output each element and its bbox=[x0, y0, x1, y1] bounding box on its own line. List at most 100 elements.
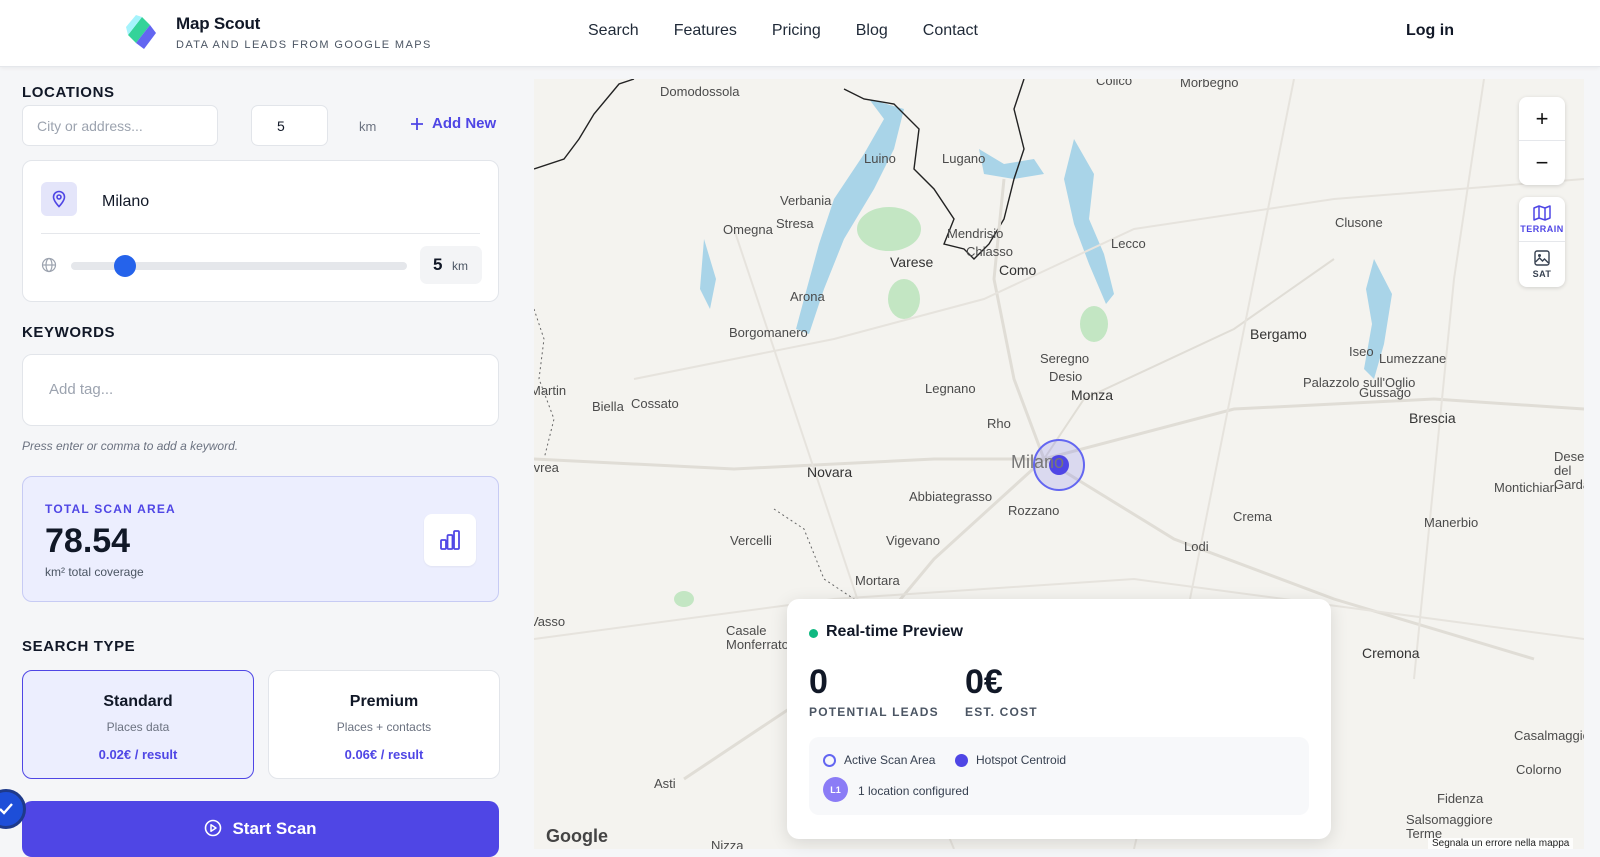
map-label: Mortara bbox=[855, 573, 900, 588]
map-label: Monza bbox=[1071, 387, 1114, 403]
map-label: Legnano bbox=[925, 381, 976, 396]
scan-area-label: TOTAL SCAN AREA bbox=[45, 502, 176, 516]
stats-button[interactable] bbox=[424, 514, 476, 566]
map-label: Lecco bbox=[1111, 236, 1146, 251]
radius-display: 5 km bbox=[420, 246, 482, 284]
map-label: Vercelli bbox=[730, 533, 772, 548]
scan-area-card: TOTAL SCAN AREA 78.54 km² total coverage bbox=[22, 476, 499, 602]
image-icon bbox=[1534, 250, 1550, 266]
keyword-hint: Press enter or comma to add a keyword. bbox=[22, 439, 239, 453]
add-location-button[interactable]: Add New bbox=[410, 115, 496, 132]
top-header: Map Scout DATA AND LEADS FROM GOOGLE MAP… bbox=[0, 0, 1600, 67]
map-label: Gussago bbox=[1359, 385, 1412, 400]
map-label: Luino bbox=[864, 151, 896, 166]
map-label: Stresa bbox=[776, 216, 814, 231]
globe-icon bbox=[41, 257, 57, 273]
plus-icon bbox=[411, 117, 423, 130]
map-label: Desio bbox=[1049, 369, 1083, 384]
map-label: Fidenza bbox=[1437, 791, 1484, 806]
map-label: Salsomaggiore Terme bbox=[1406, 812, 1493, 841]
type-price: 0.06€ / result bbox=[344, 747, 424, 762]
nav-pricing[interactable]: Pricing bbox=[772, 22, 821, 40]
leads-value: 0 bbox=[809, 663, 828, 701]
radius-value: 5 bbox=[433, 255, 443, 274]
map-label: Montichiari bbox=[1494, 480, 1557, 495]
city-input[interactable] bbox=[22, 105, 218, 146]
preview-title: Real-time Preview bbox=[826, 623, 963, 640]
leads-label: POTENTIAL LEADS bbox=[809, 705, 939, 719]
map-label: Manerbio bbox=[1424, 515, 1479, 530]
map-label: Arona bbox=[790, 289, 825, 304]
location-pin-icon bbox=[41, 182, 77, 216]
nav-contact[interactable]: Contact bbox=[923, 22, 978, 40]
map-label: Novara bbox=[807, 464, 853, 480]
hotspot-swatch bbox=[955, 754, 968, 767]
location-name: Milano bbox=[102, 193, 150, 210]
map-icon bbox=[1533, 204, 1551, 221]
login-link[interactable]: Log in bbox=[1406, 22, 1454, 40]
location-card-milano[interactable]: Milano 5 km bbox=[22, 160, 499, 302]
map-label: Casalmaggiore bbox=[1514, 728, 1584, 743]
map-label: Milano bbox=[1011, 452, 1065, 472]
preview-legend: Active Scan Area Hotspot Centroid L1 1 l… bbox=[809, 737, 1309, 815]
map-label: Borgomanero bbox=[729, 325, 808, 340]
keyword-tag-box[interactable] bbox=[22, 354, 499, 426]
search-type-standard[interactable]: Standard Places data 0.02€ / result bbox=[22, 670, 254, 779]
map-label: Morbegno bbox=[1180, 79, 1239, 90]
map-label: Nizza bbox=[711, 838, 744, 849]
map-label: Rho bbox=[987, 416, 1011, 431]
map-label: Domodossola bbox=[660, 84, 740, 99]
legend-hotspot: Hotspot Centroid bbox=[976, 753, 1067, 767]
map-label: Chiasso bbox=[966, 244, 1013, 259]
zoom-in-button[interactable]: + bbox=[1519, 97, 1565, 141]
keywords-title: KEYWORDS bbox=[22, 324, 116, 341]
map-label: Rozzano bbox=[1008, 503, 1060, 518]
nav-blog[interactable]: Blog bbox=[856, 22, 888, 40]
legend-active-area: Active Scan Area bbox=[844, 753, 936, 767]
map-label: Vigevano bbox=[886, 533, 940, 548]
map-label: Iseo bbox=[1349, 344, 1374, 359]
google-attribution: Google bbox=[546, 826, 608, 846]
map-label: Crema bbox=[1233, 509, 1273, 524]
locations-configured: 1 location configured bbox=[858, 784, 969, 798]
map-label: Cremona bbox=[1362, 645, 1420, 661]
type-price: 0.02€ / result bbox=[98, 747, 178, 762]
live-indicator bbox=[809, 629, 818, 638]
map-label: Omegna bbox=[723, 222, 773, 237]
locations-title: LOCATIONS bbox=[22, 84, 115, 101]
map-label: Seregno bbox=[1040, 351, 1090, 366]
radius-unit-label: km bbox=[359, 119, 377, 134]
search-type-premium[interactable]: Premium Places + contacts 0.06€ / result bbox=[268, 670, 500, 779]
cost-value: 0€ bbox=[965, 663, 1003, 701]
map-scout-logo-icon[interactable] bbox=[124, 13, 158, 51]
search-type-title: SEARCH TYPE bbox=[22, 638, 136, 655]
map-label: Brescia bbox=[1409, 410, 1456, 426]
map-label: Vasso bbox=[534, 614, 566, 629]
start-scan-label: Start Scan bbox=[232, 819, 317, 838]
map-label: Varese bbox=[890, 254, 934, 270]
satellite-layer-button[interactable]: SAT bbox=[1519, 242, 1565, 287]
radius-slider-thumb[interactable] bbox=[113, 255, 136, 277]
terrain-label: TERRAIN bbox=[1520, 223, 1564, 234]
report-map-error-link[interactable]: Segnala un errore nella mappa bbox=[1428, 838, 1574, 849]
keyword-input[interactable] bbox=[49, 381, 248, 398]
cost-label: EST. COST bbox=[965, 705, 1038, 719]
brand-name[interactable]: Map Scout bbox=[176, 14, 260, 34]
map-label: Desenzano del Garda bbox=[1554, 449, 1584, 492]
play-circle-icon bbox=[205, 819, 222, 837]
radius-unit: km bbox=[452, 259, 468, 273]
location-divider bbox=[41, 233, 480, 234]
nav-features[interactable]: Features bbox=[674, 22, 737, 40]
type-desc: Places + contacts bbox=[336, 720, 432, 734]
terrain-layer-button[interactable]: TERRAIN bbox=[1519, 197, 1565, 242]
scan-area-value: 78.54 bbox=[45, 522, 131, 560]
map-label: Cossato bbox=[631, 396, 679, 411]
nav-search[interactable]: Search bbox=[588, 22, 639, 40]
radius-input[interactable] bbox=[251, 105, 328, 146]
map-label: Lugano bbox=[942, 151, 986, 166]
map-label: Martin bbox=[534, 383, 567, 398]
zoom-out-button[interactable]: − bbox=[1519, 141, 1565, 185]
location-avatar: L1 bbox=[823, 777, 848, 802]
main-nav: Search Features Pricing Blog Contact bbox=[588, 22, 978, 40]
map-label: Colico bbox=[1096, 79, 1133, 88]
